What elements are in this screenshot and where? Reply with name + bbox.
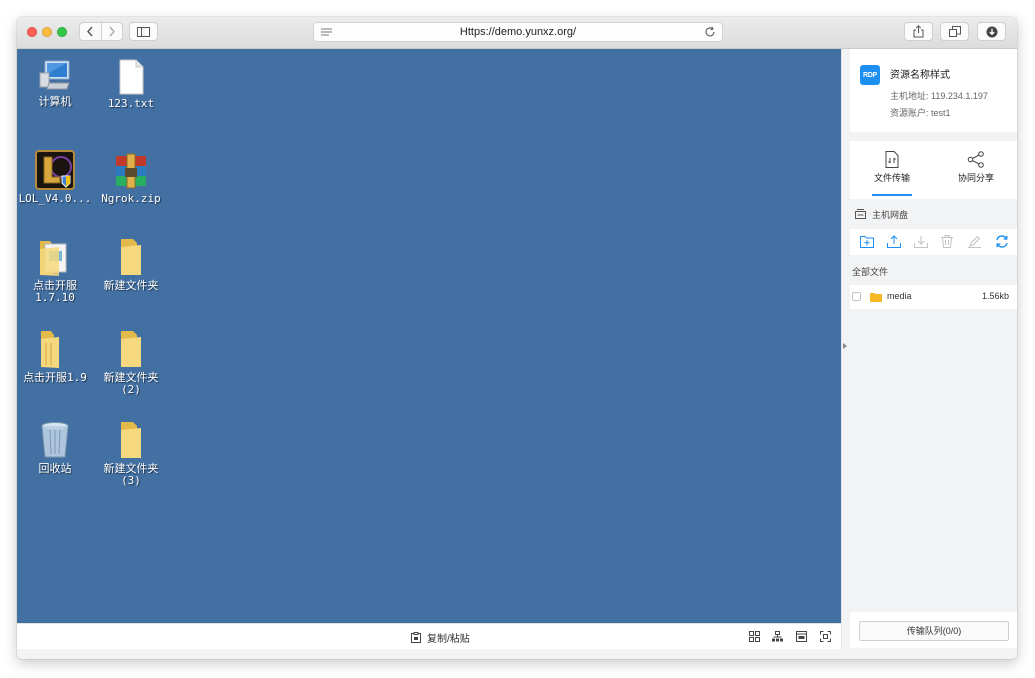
sidebar-icon [137,26,150,37]
resource-card: RDP 资源名称样式 主机地址: 119.234.1.197 资源账户: tes… [850,49,1017,132]
remote-control-bar: 复制/粘贴 [17,623,841,649]
desktop-icon-text-file[interactable]: 123.txt [93,59,169,110]
queue-area: 传输队列(0/0) [850,612,1017,648]
side-panel: RDP 资源名称样式 主机地址: 119.234.1.197 资源账户: tes… [841,49,1017,648]
sidebar-toggle-button[interactable] [129,22,158,41]
delete-disabled-icon[interactable] [941,235,953,248]
disk-icon [855,209,866,219]
desktop-icon-label: 计算机 [38,95,72,108]
tab-file-transfer[interactable]: 文件传输 [852,141,932,199]
desktop-icon-computer[interactable]: 计算机 [17,59,93,108]
clipboard-icon [411,632,421,643]
remote-desktop[interactable]: 计算机 123.txt LOL_V4.0... Ngrok.zip 点击开服 1… [17,49,841,623]
desktop-icon-new-folder-2[interactable]: 新建文件夹 (2) [93,329,169,396]
desktop-icon-label-line2: (3) [121,474,141,487]
desktop-icon-label: 123.txt [107,97,155,110]
file-row[interactable]: media 1.56kb [850,285,1017,309]
desktop-icon-lol[interactable]: LOL_V4.0... [17,150,93,205]
folder-icon [121,331,141,367]
resource-account: 资源账户: test1 [890,108,951,118]
refresh-icon[interactable] [995,235,1009,248]
desktop-icon-label-line2: (2) [121,383,141,396]
address-bar[interactable]: Https://demo.yunxz.org/ [313,22,723,42]
folder-icon [870,293,882,302]
computer-icon [39,60,70,90]
folder-icon [121,422,141,458]
forward-button[interactable] [102,26,123,37]
folder-icon [121,239,141,275]
minimize-window-button[interactable] [42,27,52,37]
disk-label: 主机网盘 [872,209,909,220]
folder-icon [41,331,59,368]
download-icon [986,26,997,37]
panel-tabs: 文件传输 协同分享 [850,141,1017,199]
desktop-icon-new-folder[interactable]: 新建文件夹 [93,237,169,292]
desktop-icon-label: Ngrok.zip [101,192,161,205]
browser-toolbar: Https://demo.yunxz.org/ [17,17,1017,49]
file-checkbox[interactable] [852,292,861,301]
desktop-icon-label: LOL_V4.0... [18,192,92,205]
zip-archive-icon [116,153,146,189]
share-nodes-icon [967,151,984,168]
desktop-icon-label: 点击开服1.9 [23,371,87,384]
transfer-queue-button[interactable]: 传输队列(0/0) [859,621,1009,641]
close-window-button[interactable] [27,27,37,37]
active-tab-indicator [872,194,912,196]
tabs-icon [948,26,961,37]
tab-label: 协同分享 [957,173,994,183]
file-size: 1.56kb [981,291,1009,301]
downloads-button[interactable] [977,22,1006,41]
desktop-icon-zip[interactable]: Ngrok.zip [93,150,169,205]
desktop-icon-label: 新建文件夹 [103,279,159,292]
text-file-icon [119,59,144,95]
copy-paste-label: 复制/粘贴 [427,634,470,645]
copy-paste-button[interactable]: 复制/粘贴 [411,630,470,645]
fullscreen-icon[interactable] [820,631,831,642]
grid-view-icon[interactable] [749,631,760,642]
window-icon[interactable] [796,631,807,642]
folder-with-file-icon [40,241,67,276]
desktop-icon-recycle-bin[interactable]: 回收站 [17,420,93,475]
desktop-icon-label-line2: 1.7.10 [35,291,75,304]
download-disabled-icon[interactable] [914,235,928,248]
tab-label: 文件传输 [873,173,910,183]
rename-disabled-icon[interactable] [968,235,981,248]
chevron-right-icon [109,26,115,37]
host-disk-row[interactable]: 主机网盘 [850,202,1017,226]
zoom-window-button[interactable] [57,27,67,37]
tab-collab-share[interactable]: 协同分享 [936,141,1016,199]
file-transfer-icon [885,151,899,168]
nav-buttons [79,22,123,41]
reload-icon[interactable] [704,26,716,38]
chevron-left-icon [87,26,93,37]
lol-app-icon [35,150,75,190]
resource-host: 主机地址: 119.234.1.197 [890,91,988,101]
upload-icon[interactable] [887,235,901,248]
desktop-icon-folder-1710[interactable]: 点击开服 1.7.10 [17,237,93,304]
collapse-panel-handle[interactable] [843,343,847,349]
desktop-icon-label: 回收站 [38,462,72,475]
url-text: Https://demo.yunxz.org/ [459,26,577,38]
back-button[interactable] [80,26,101,37]
share-icon [913,25,924,38]
tabs-overview-button[interactable] [940,22,969,41]
network-icon[interactable] [772,631,783,642]
share-button[interactable] [904,22,933,41]
file-name: media [887,291,912,301]
rdp-badge: RDP [860,65,880,85]
recycle-bin-icon [41,422,69,458]
browser-window: Https://demo.yunxz.org/ 计算机 123.txt LOL_… [17,17,1017,659]
resource-title: 资源名称样式 [890,70,950,81]
desktop-icon-folder-19[interactable]: 点击开服1.9 [17,329,93,384]
file-actions [850,229,1017,255]
desktop-icon-new-folder-3[interactable]: 新建文件夹 (3) [93,420,169,487]
all-files-header: 全部文件 [852,266,889,277]
new-folder-icon[interactable] [860,235,874,248]
